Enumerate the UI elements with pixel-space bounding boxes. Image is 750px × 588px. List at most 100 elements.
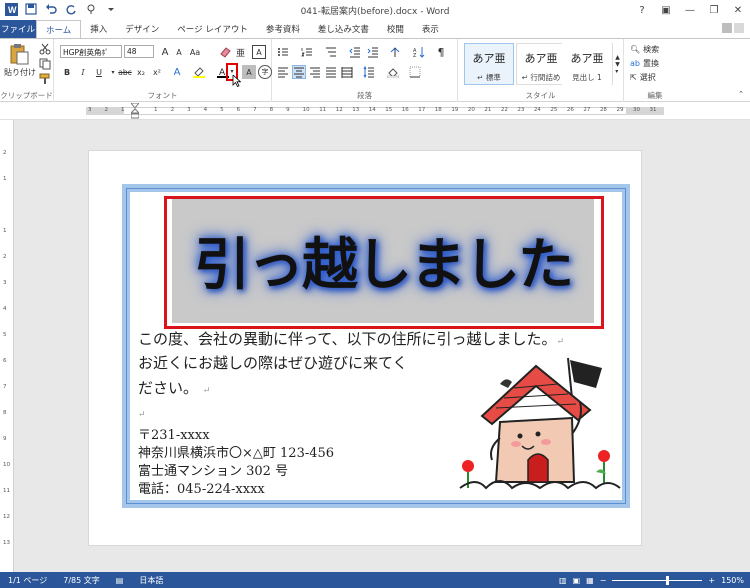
language[interactable]: 日本語 — [131, 575, 171, 586]
zoom-slider[interactable] — [612, 575, 703, 585]
ruler-number: 24 — [533, 107, 541, 113]
align-left-icon[interactable] — [276, 65, 290, 79]
tab-mailings[interactable]: 差し込み文書 — [309, 20, 378, 38]
clipboard-group-label: クリップボード — [0, 91, 53, 100]
tab-insert[interactable]: 挿入 — [81, 20, 116, 38]
indent-marker-icon[interactable] — [131, 103, 139, 119]
user-avatar — [722, 23, 732, 33]
show-marks-icon[interactable]: ¶ — [434, 45, 448, 59]
vruler-number: 1 — [3, 228, 7, 234]
minimize-button[interactable]: — — [678, 0, 702, 20]
line-spacing-icon[interactable] — [362, 65, 376, 79]
house-illustration[interactable] — [456, 348, 624, 494]
zoom-slider-thumb[interactable] — [666, 575, 670, 585]
ruler-number: 21 — [484, 107, 492, 113]
tab-page-layout[interactable]: ページ レイアウト — [168, 20, 257, 38]
character-shading-icon[interactable]: A — [242, 65, 256, 79]
help-button[interactable]: ? — [630, 0, 654, 20]
increase-indent-icon[interactable] — [366, 45, 380, 59]
find-button[interactable]: 🔍︎ 検索 — [630, 43, 684, 55]
paste-icon[interactable] — [6, 43, 32, 65]
ruler-number: 20 — [467, 107, 475, 113]
ruler-number: 9 — [286, 107, 290, 113]
vruler-number: 6 — [3, 358, 7, 364]
ribbon-tabs: ファイル ホーム 挿入 デザイン ページ レイアウト 参考資料 差し込み文書 校… — [0, 20, 750, 38]
underline-button[interactable]: U — [92, 65, 106, 79]
cut-icon[interactable] — [38, 42, 52, 56]
find-label: 検索 — [643, 44, 660, 54]
word-count[interactable]: 7/85 文字 — [55, 575, 108, 586]
zoom-in-button[interactable]: + — [708, 576, 715, 585]
close-button[interactable]: ✕ — [726, 0, 750, 20]
distributed-icon[interactable] — [340, 65, 354, 79]
grow-font-icon[interactable]: A — [158, 45, 172, 59]
subscript-button[interactable]: x₂ — [134, 65, 148, 79]
tab-file[interactable]: ファイル — [0, 20, 36, 38]
wordart-title[interactable]: 引っ越しました — [172, 220, 594, 301]
asian-layout-icon[interactable] — [388, 45, 402, 59]
ruler-number: 14 — [368, 107, 376, 113]
shading-icon[interactable] — [386, 65, 400, 79]
format-painter-icon[interactable] — [38, 72, 52, 86]
clear-format-icon[interactable] — [218, 45, 232, 59]
user-account[interactable] — [722, 23, 744, 33]
italic-button[interactable]: I — [76, 65, 90, 79]
select-icon: ⇱ — [630, 72, 637, 82]
paragraph-group-label: 段落 — [357, 91, 372, 100]
replace-button[interactable]: ab 置換 — [630, 57, 684, 69]
page-count[interactable]: 1/1 ページ — [0, 575, 55, 586]
multilevel-list-icon[interactable] — [324, 45, 338, 59]
phonetic-guide-icon[interactable]: 亜 — [234, 45, 248, 59]
numbering-icon[interactable] — [300, 45, 314, 59]
ruler-number: 7 — [253, 107, 257, 113]
shrink-font-icon[interactable]: A — [172, 45, 186, 59]
tab-references[interactable]: 参考資料 — [257, 20, 309, 38]
superscript-button[interactable]: x² — [150, 65, 164, 79]
font-name-select[interactable]: HGP創英角ﾎﾟ — [60, 45, 122, 58]
proofing-icon[interactable]: ▤ — [108, 576, 132, 585]
ruler-number: 4 — [203, 107, 208, 113]
bullets-icon[interactable] — [276, 45, 290, 59]
character-border-icon[interactable]: A — [252, 45, 266, 59]
read-mode-icon[interactable]: ▥ — [559, 576, 567, 585]
zoom-out-button[interactable]: − — [600, 576, 607, 585]
bold-button[interactable]: B — [60, 65, 74, 79]
strikethrough-button[interactable]: abc — [116, 65, 134, 79]
sort-icon[interactable]: AZ — [412, 45, 426, 59]
align-right-icon[interactable] — [308, 65, 322, 79]
tab-design[interactable]: デザイン — [116, 20, 168, 38]
ruler-number: 3 — [187, 107, 191, 113]
ruler-number: 6 — [236, 107, 241, 113]
collapse-ribbon-icon[interactable]: ⌃ — [736, 89, 746, 99]
vruler-number: 3 — [3, 280, 7, 286]
enclose-characters-icon[interactable]: 字 — [258, 65, 272, 79]
decrease-indent-icon[interactable] — [348, 45, 362, 59]
copy-icon[interactable] — [38, 57, 52, 71]
tab-review[interactable]: 校閲 — [378, 20, 413, 38]
highlight-color-icon[interactable] — [192, 65, 206, 79]
justify-icon[interactable] — [324, 65, 338, 79]
ruler-number: 11 — [319, 107, 327, 113]
ruler-number: 3 — [88, 107, 92, 113]
text-effects-icon[interactable]: A — [170, 65, 184, 79]
paste-button-label[interactable]: 貼り付け — [2, 67, 38, 77]
select-label: 選択 — [639, 72, 656, 82]
tab-view[interactable]: 表示 — [413, 20, 448, 38]
styles-scroll-icon[interactable]: ▲ ▼ ▾ — [612, 43, 622, 85]
ribbon-display-button[interactable]: ▣ — [654, 0, 678, 20]
align-center-icon[interactable] — [292, 65, 306, 79]
style-heading-1[interactable]: あア亜 見出し 1 — [562, 43, 612, 85]
ruler-number: 29 — [616, 107, 624, 113]
borders-icon[interactable] — [408, 65, 422, 79]
font-group: HGP創英角ﾎﾟ 48 A A Aa 亜 A B I U ▾ abc x₂ x²… — [54, 39, 272, 103]
font-size-select[interactable]: 48 — [124, 45, 154, 58]
web-layout-icon[interactable]: ▦ — [586, 576, 594, 585]
restore-button[interactable]: ❐ — [702, 0, 726, 20]
style-normal[interactable]: あア亜 ↵ 標準 — [464, 43, 514, 85]
zoom-level[interactable]: 150% — [721, 576, 744, 585]
print-layout-icon[interactable]: ▣ — [573, 576, 581, 585]
style-no-spacing[interactable]: あア亜 ↵ 行間詰め — [516, 43, 566, 85]
tab-home[interactable]: ホーム — [36, 20, 82, 38]
select-button[interactable]: ⇱ 選択 — [630, 71, 684, 83]
case-icon[interactable]: Aa — [188, 45, 202, 59]
